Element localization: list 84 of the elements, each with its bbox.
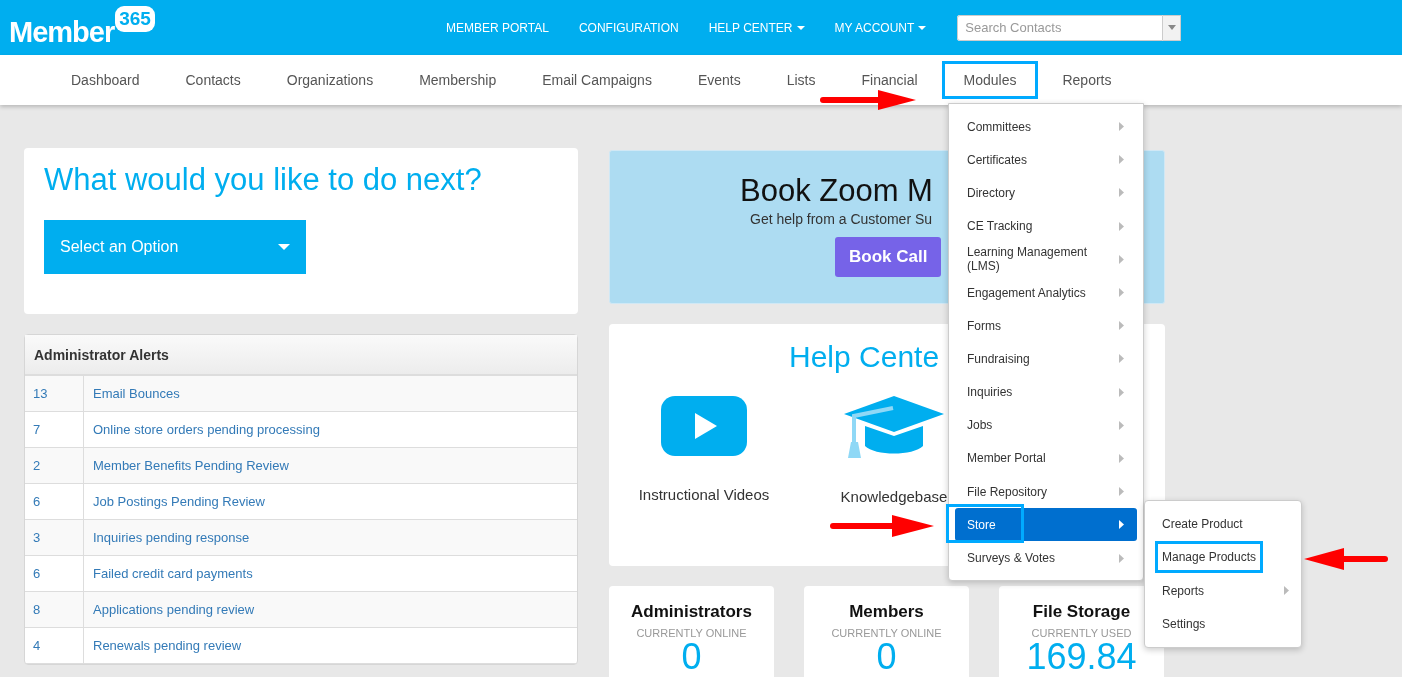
menu-item[interactable]: Surveys & Votes <box>955 541 1137 575</box>
submenu-arrow-icon <box>1119 487 1124 497</box>
alert-count: 4 <box>25 628 84 663</box>
alert-link[interactable]: Online store orders pending processing <box>84 422 320 437</box>
submenu-arrow-icon <box>1119 254 1124 264</box>
alert-count: 7 <box>25 412 84 447</box>
alert-link[interactable]: Applications pending review <box>84 602 255 617</box>
submenu-arrow-icon <box>1119 155 1124 165</box>
alert-link[interactable]: Member Benefits Pending Review <box>84 458 289 473</box>
nav-tab[interactable]: Email Campaigns <box>520 61 674 99</box>
play-video-icon[interactable] <box>661 396 747 456</box>
alert-count: 13 <box>25 376 84 411</box>
panel-title: Administrator Alerts <box>34 346 169 363</box>
stat-title: File Storage <box>1031 602 1132 622</box>
banner-title: Book Zoom M <box>740 173 933 209</box>
search-field[interactable]: Search Contacts <box>957 14 1164 41</box>
help-link[interactable]: Knowledgebase <box>840 488 948 505</box>
submenu-arrow-icon <box>1119 354 1124 364</box>
nav-tab[interactable]: Reports <box>1040 61 1134 99</box>
caret-icon <box>278 244 290 250</box>
menu-item[interactable]: Forms <box>955 309 1137 343</box>
banner-subtitle: Get help from a Customer Su <box>750 211 933 227</box>
menu-item[interactable]: Manage Products <box>1155 541 1264 574</box>
menu-item[interactable]: CE Tracking <box>955 209 1137 243</box>
submenu-arrow-icon <box>1119 288 1124 298</box>
submenu-arrow-icon <box>1119 188 1124 198</box>
menu-item[interactable]: Committees <box>955 110 1137 144</box>
stat-caption: CURRENTLY ONLINE <box>635 627 748 639</box>
menu-item[interactable]: Inquiries <box>955 375 1137 409</box>
menu-item[interactable]: Reports <box>1155 574 1212 607</box>
menu-item[interactable]: Certificates <box>955 143 1137 177</box>
menu-item[interactable]: Directory <box>955 176 1137 210</box>
menu-item[interactable]: Engagement Analytics <box>955 275 1137 310</box>
alert-count: 3 <box>25 520 84 555</box>
alert-link[interactable]: Inquiries pending response <box>84 530 250 545</box>
card-heading: What would you like to do next? <box>44 162 483 198</box>
submenu-arrow-icon <box>1119 221 1124 231</box>
menu-item[interactable]: Jobs <box>955 408 1137 442</box>
graduation-cap-icon[interactable] <box>843 396 945 458</box>
submenu-arrow-icon <box>1284 586 1289 596</box>
alert-count: 8 <box>25 592 84 627</box>
submenu-arrow-icon <box>1119 553 1124 563</box>
submenu-arrow-icon <box>1119 321 1124 331</box>
submenu-arrow-icon <box>1119 387 1124 397</box>
nav-tab[interactable]: Modules <box>941 61 1039 99</box>
nav-tab[interactable]: Lists <box>764 61 838 99</box>
submenu-arrow-icon <box>1119 122 1124 132</box>
submenu-arrow-icon <box>1119 420 1124 430</box>
alert-count: 2 <box>25 448 84 483</box>
submenu-arrow-icon <box>1119 520 1124 530</box>
stat-value: 0 <box>681 639 702 675</box>
stat-title: Members <box>848 602 925 622</box>
nav-tab[interactable]: Events <box>675 61 763 99</box>
menu-item[interactable]: File Repository <box>955 475 1137 509</box>
caret-icon <box>918 25 927 30</box>
caret-icon <box>1167 25 1176 30</box>
book-call-button[interactable]: Book Call <box>835 237 942 277</box>
stat-value: 0 <box>876 639 897 675</box>
nav-tab[interactable]: Contacts <box>163 61 263 99</box>
stat-title: Administrators <box>630 602 753 622</box>
nav-tab[interactable]: Dashboard <box>49 61 162 99</box>
nav-tab[interactable]: Membership <box>397 61 519 99</box>
alert-count: 6 <box>25 556 84 591</box>
stat-value: 169.84 <box>1025 639 1138 675</box>
menu-item[interactable]: Member Portal <box>955 441 1137 476</box>
menu-item[interactable]: Fundraising <box>955 342 1137 376</box>
card-heading: Help Cente <box>789 340 940 374</box>
submenu-arrow-icon <box>1119 453 1124 463</box>
stat-caption: CURRENTLY USED <box>1030 627 1133 639</box>
help-link[interactable]: Instructional Videos <box>638 486 770 503</box>
alert-link[interactable]: Failed credit card payments <box>84 566 253 581</box>
menu-item[interactable]: Create Product <box>1155 507 1250 540</box>
alert-link[interactable]: Job Postings Pending Review <box>84 494 265 509</box>
caret-icon <box>796 25 805 30</box>
menu-item[interactable]: Learning Management (LMS) <box>955 242 1137 276</box>
stat-caption: CURRENTLY ONLINE <box>830 627 943 639</box>
nav-tab[interactable]: Organizations <box>264 61 396 99</box>
nav-tab[interactable]: Financial <box>839 61 940 99</box>
dropdown-toggle[interactable] <box>1163 14 1182 41</box>
menu-item[interactable]: Settings <box>1155 608 1213 641</box>
alert-count: 6 <box>25 484 84 519</box>
menu-item[interactable]: Store <box>955 508 1137 542</box>
alert-link[interactable]: Email Bounces <box>84 386 180 401</box>
alert-link[interactable]: Renewals pending review <box>84 638 242 653</box>
